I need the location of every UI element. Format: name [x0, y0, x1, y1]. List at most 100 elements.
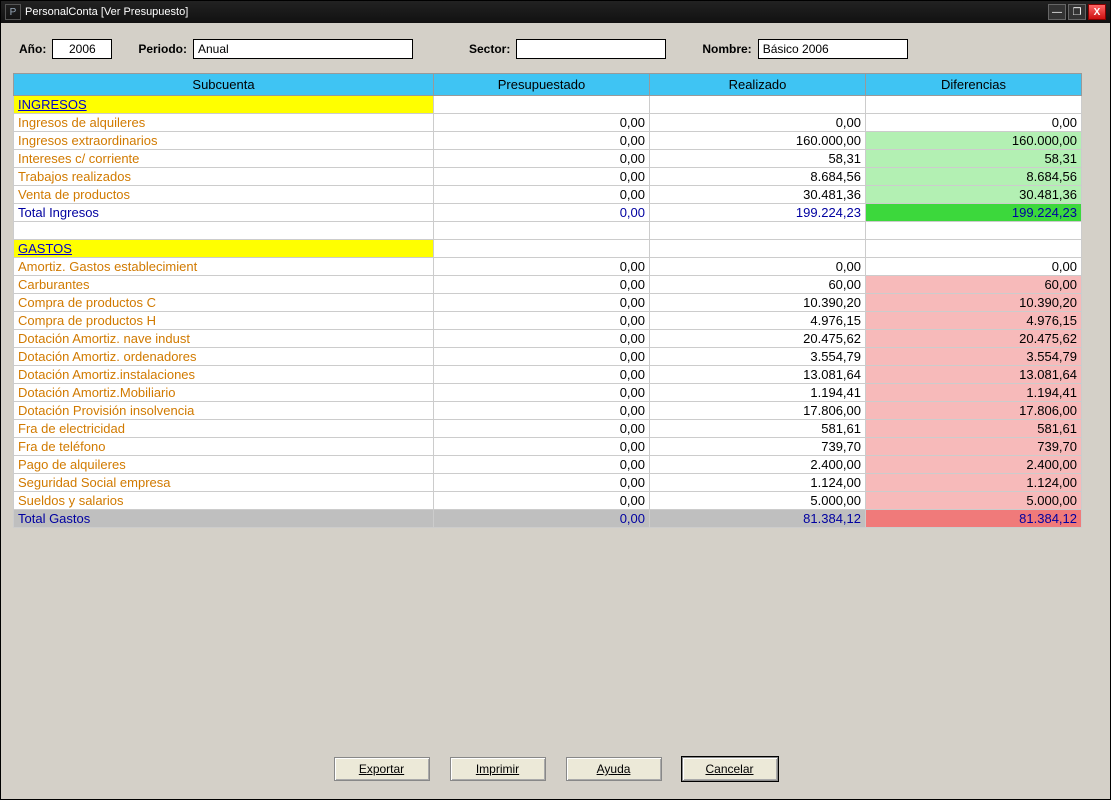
table-row[interactable]: Pago de alquileres0,002.400,002.400,00: [14, 456, 1082, 474]
app-icon: P: [5, 4, 21, 20]
cell-presupuestado: 0,00: [434, 312, 650, 330]
cell-presupuestado: 0,00: [434, 132, 650, 150]
section-header: GASTOS: [14, 240, 434, 258]
cell-realizado: 60,00: [650, 276, 866, 294]
cell-diferencias: 581,61: [866, 420, 1082, 438]
row-label: Carburantes: [14, 276, 434, 294]
close-button[interactable]: X: [1088, 4, 1106, 20]
table-row[interactable]: Sueldos y salarios0,005.000,005.000,00: [14, 492, 1082, 510]
cell-presupuestado: 0,00: [434, 492, 650, 510]
cancel-button[interactable]: Cancelar: [682, 757, 778, 781]
empty-cell: [650, 96, 866, 114]
total-label: Total Gastos: [14, 510, 434, 528]
cell-realizado: 0,00: [650, 114, 866, 132]
window-title: PersonalConta [Ver Presupuesto]: [25, 6, 1048, 18]
table-row[interactable]: Dotación Amortiz. nave indust0,0020.475,…: [14, 330, 1082, 348]
cell-realizado: 581,61: [650, 420, 866, 438]
col-realizado[interactable]: Realizado: [650, 74, 866, 96]
section-header-row[interactable]: INGRESOS: [14, 96, 1082, 114]
print-button[interactable]: Imprimir: [450, 757, 546, 781]
cell-presupuestado: 0,00: [434, 186, 650, 204]
table-row[interactable]: Amortiz. Gastos establecimient0,000,000,…: [14, 258, 1082, 276]
cancel-label: C: [705, 762, 714, 776]
table-row[interactable]: Carburantes0,0060,0060,00: [14, 276, 1082, 294]
content-area: Año: Periodo: Sector: Nombre: Subcuenta …: [1, 23, 1110, 799]
section-header-row[interactable]: GASTOS: [14, 240, 1082, 258]
table-row[interactable]: Compra de productos H0,004.976,154.976,1…: [14, 312, 1082, 330]
row-label: Compra de productos C: [14, 294, 434, 312]
col-subcuenta[interactable]: Subcuenta: [14, 74, 434, 96]
row-label: Amortiz. Gastos establecimient: [14, 258, 434, 276]
table-row[interactable]: Trabajos realizados0,008.684,568.684,56: [14, 168, 1082, 186]
cell-presupuestado: 0,00: [434, 474, 650, 492]
row-label: Intereses c/ corriente: [14, 150, 434, 168]
cell-realizado: 160.000,00: [650, 132, 866, 150]
table-row[interactable]: Ingresos de alquileres0,000,000,00: [14, 114, 1082, 132]
cell-realizado: 4.976,15: [650, 312, 866, 330]
export-label: E: [359, 762, 367, 776]
period-input[interactable]: [193, 39, 413, 59]
cell-realizado: 739,70: [650, 438, 866, 456]
year-input[interactable]: [52, 39, 112, 59]
cell-realizado: 1.124,00: [650, 474, 866, 492]
empty-cell: [866, 222, 1082, 240]
button-bar: Exportar Imprimir Ayuda Cancelar: [13, 741, 1098, 799]
row-label: Dotación Amortiz.Mobiliario: [14, 384, 434, 402]
table-row[interactable]: Fra de teléfono0,00739,70739,70: [14, 438, 1082, 456]
cell-presupuestado: 0,00: [434, 258, 650, 276]
cell-diferencias: 3.554,79: [866, 348, 1082, 366]
table-row[interactable]: Intereses c/ corriente0,0058,3158,31: [14, 150, 1082, 168]
export-button[interactable]: Exportar: [334, 757, 430, 781]
row-label: Fra de electricidad: [14, 420, 434, 438]
table-row[interactable]: Seguridad Social empresa0,001.124,001.12…: [14, 474, 1082, 492]
col-presupuestado[interactable]: Presupuestado: [434, 74, 650, 96]
budget-grid-wrap: Subcuenta Presupuestado Realizado Difere…: [13, 73, 1098, 741]
spacer-row: [14, 222, 1082, 240]
cell-presupuestado: 0,00: [434, 114, 650, 132]
cell-realizado: 58,31: [650, 150, 866, 168]
table-row[interactable]: Compra de productos C0,0010.390,2010.390…: [14, 294, 1082, 312]
help-button[interactable]: Ayuda: [566, 757, 662, 781]
cell-presupuestado: 0,00: [434, 384, 650, 402]
cell-presupuestado: 0,00: [434, 348, 650, 366]
cell-diferencias: 160.000,00: [866, 132, 1082, 150]
row-label: Dotación Amortiz.instalaciones: [14, 366, 434, 384]
name-input[interactable]: [758, 39, 908, 59]
cell-realizado: 3.554,79: [650, 348, 866, 366]
table-row[interactable]: Ingresos extraordinarios0,00160.000,0016…: [14, 132, 1082, 150]
empty-cell: [434, 96, 650, 114]
table-row[interactable]: Dotación Amortiz. ordenadores0,003.554,7…: [14, 348, 1082, 366]
total-row[interactable]: Total Ingresos0,00199.224,23199.224,23: [14, 204, 1082, 222]
table-row[interactable]: Dotación Amortiz.instalaciones0,0013.081…: [14, 366, 1082, 384]
row-label: Ingresos extraordinarios: [14, 132, 434, 150]
table-row[interactable]: Dotación Amortiz.Mobiliario0,001.194,411…: [14, 384, 1082, 402]
total-diferencias: 81.384,12: [866, 510, 1082, 528]
total-label: Total Ingresos: [14, 204, 434, 222]
row-label: Compra de productos H: [14, 312, 434, 330]
cell-diferencias: 2.400,00: [866, 456, 1082, 474]
cell-realizado: 8.684,56: [650, 168, 866, 186]
table-row[interactable]: Fra de electricidad0,00581,61581,61: [14, 420, 1082, 438]
minimize-button[interactable]: —: [1048, 4, 1066, 20]
cell-presupuestado: 0,00: [434, 168, 650, 186]
restore-button[interactable]: ❐: [1068, 4, 1086, 20]
budget-table: Subcuenta Presupuestado Realizado Difere…: [13, 73, 1082, 528]
row-label: Dotación Amortiz. ordenadores: [14, 348, 434, 366]
cell-presupuestado: 0,00: [434, 330, 650, 348]
cell-presupuestado: 0,00: [434, 456, 650, 474]
cell-presupuestado: 0,00: [434, 294, 650, 312]
cell-realizado: 10.390,20: [650, 294, 866, 312]
table-row[interactable]: Dotación Provisión insolvencia0,0017.806…: [14, 402, 1082, 420]
cell-diferencias: 10.390,20: [866, 294, 1082, 312]
cell-realizado: 2.400,00: [650, 456, 866, 474]
total-row[interactable]: Total Gastos0,0081.384,1281.384,12: [14, 510, 1082, 528]
sector-input[interactable]: [516, 39, 666, 59]
sector-label: Sector:: [469, 42, 510, 56]
row-label: Dotación Provisión insolvencia: [14, 402, 434, 420]
table-row[interactable]: Venta de productos0,0030.481,3630.481,36: [14, 186, 1082, 204]
total-diferencias: 199.224,23: [866, 204, 1082, 222]
cell-realizado: 0,00: [650, 258, 866, 276]
col-diferencias[interactable]: Diferencias: [866, 74, 1082, 96]
year-label: Año:: [19, 42, 46, 56]
row-label: Trabajos realizados: [14, 168, 434, 186]
